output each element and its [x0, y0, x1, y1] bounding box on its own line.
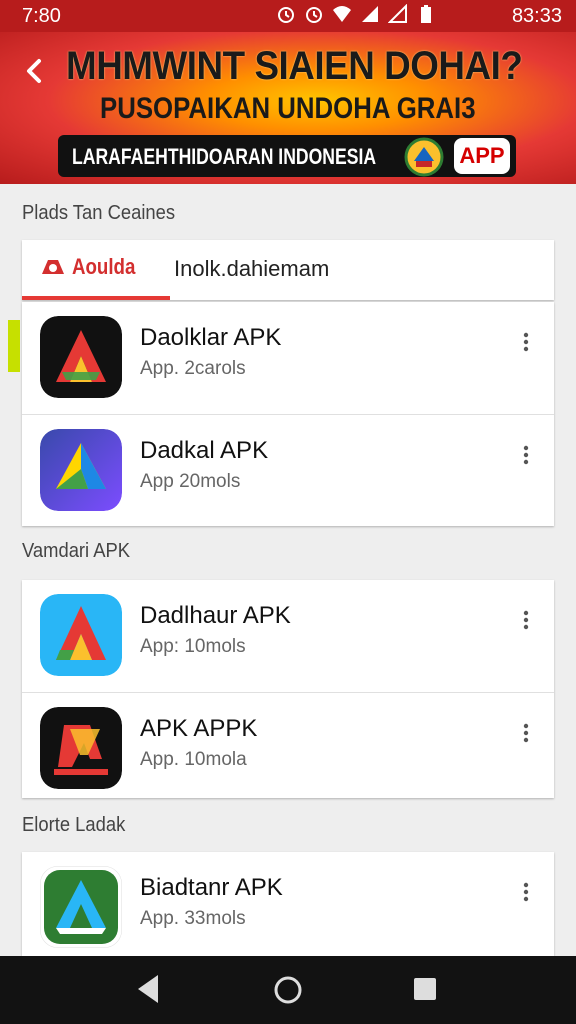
tab-secondary[interactable]: Inolk.dahiemam — [174, 256, 329, 282]
app-badge: APP — [454, 138, 510, 174]
alarm-icon — [278, 7, 294, 23]
app-name: Dadkal APK — [140, 437, 269, 464]
battery-icon — [421, 5, 431, 23]
status-time: 7:80 — [22, 5, 61, 27]
app-name: APK APPK — [140, 715, 258, 742]
edge-accent — [8, 320, 20, 372]
app-list-group-3: Biadtanr APK App. 33mols — [22, 852, 554, 956]
app-store-icon — [42, 260, 64, 274]
wifi-icon — [333, 6, 351, 22]
data-signal-icon — [388, 4, 407, 23]
back-arrow-icon[interactable] — [20, 56, 50, 86]
more-vert-icon[interactable] — [516, 882, 536, 902]
app-name: Daolklar APK — [140, 324, 282, 351]
section-title-vamdari: Vamdari APK — [22, 540, 131, 562]
list-item[interactable]: Dadlhaur APK App: 10mols — [22, 580, 554, 692]
tab-aoulda[interactable]: Aoulda — [40, 254, 147, 280]
app-meta: App. 33mols — [140, 908, 246, 929]
app-a-blue-icon — [40, 594, 122, 676]
alarm-icon-2 — [306, 7, 322, 23]
signal-icon — [362, 6, 378, 22]
app-meta: App. 10mola — [140, 749, 247, 770]
content-area: Plads Tan Ceaines Aoulda Inolk.dahiemam … — [22, 184, 554, 956]
tab-indicator — [22, 296, 170, 300]
list-item[interactable]: Biadtanr APK App. 33mols — [22, 852, 554, 964]
list-item[interactable]: Dadkal APK App 20mols — [22, 414, 554, 527]
app-name: Dadlhaur APK — [140, 602, 291, 629]
banner-strip-text: LARAFAEHTHIDOARAN INDONESIA — [72, 144, 377, 169]
more-vert-icon[interactable] — [516, 723, 536, 743]
tab-bar: Aoulda Inolk.dahiemam — [22, 240, 554, 300]
more-vert-icon[interactable] — [516, 610, 536, 630]
more-vert-icon[interactable] — [516, 445, 536, 465]
status-bar: 7:80 83:33 — [0, 0, 576, 32]
section-title-elorte: Elorte Ladak — [22, 814, 126, 836]
nav-recents-icon[interactable] — [412, 976, 438, 1002]
app-meta: App 20mols — [140, 471, 241, 492]
section-title-featured: Plads Tan Ceaines — [22, 202, 176, 224]
status-clock-right: 83:33 — [511, 5, 562, 27]
emblem-icon — [404, 137, 444, 177]
app-list-group-1: Daolklar APK App. 2carols Dadkal APK App… — [22, 302, 554, 526]
banner-title: MHMWINT SIAIEN DOHAI? — [66, 44, 523, 88]
app-meta: App: 10mols — [140, 636, 246, 657]
list-item[interactable]: APK APPK App. 10mola — [22, 692, 554, 799]
more-vert-icon[interactable] — [516, 332, 536, 352]
nav-back-icon[interactable] — [134, 972, 162, 1006]
app-meta: App. 2carols — [140, 358, 246, 379]
app-a-dark-icon — [40, 707, 122, 789]
nav-home-icon[interactable] — [272, 974, 304, 1006]
app-a-black-icon — [40, 316, 122, 398]
banner-subtitle: PUSOPAIKAN UNDOHA GRAI3 — [100, 92, 476, 125]
list-item[interactable]: Daolklar APK App. 2carols — [22, 302, 554, 414]
tab-active-label: Aoulda — [72, 254, 136, 279]
app-a-green-icon — [40, 866, 122, 948]
app-name: Biadtanr APK — [140, 874, 283, 901]
app-list-group-2: Dadlhaur APK App: 10mols APK APPK App. 1… — [22, 580, 554, 798]
app-a-purple-icon — [40, 429, 122, 511]
